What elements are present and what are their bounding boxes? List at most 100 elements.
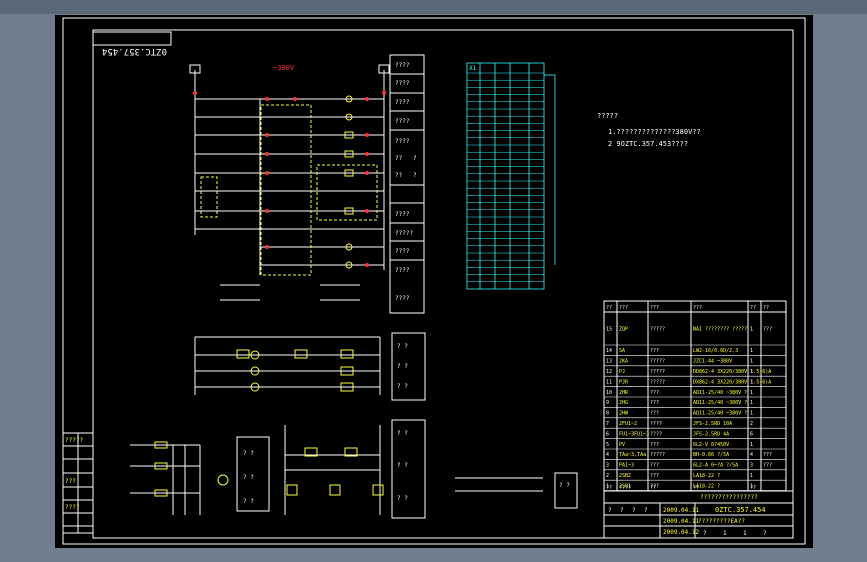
bom-cell: BH-0.66 ?/5A xyxy=(693,452,729,458)
bom-cell: 2HG xyxy=(619,400,628,406)
drawing-sheet: 0ZTC.357.454 ????? ??? ???? ~380V ???? ?… xyxy=(55,15,813,548)
bom-cell: ??? xyxy=(650,348,659,354)
title-block-subtitle: ?????????EA?? xyxy=(698,518,745,525)
notes-title: ????? xyxy=(597,112,618,120)
terminal-strip xyxy=(466,62,556,290)
inner-frame xyxy=(92,29,794,539)
bom-cell: ????? xyxy=(650,369,665,375)
bom-cell: ??? xyxy=(650,390,659,396)
bom-cell: ??? xyxy=(650,473,659,479)
schematic-drawing: 0ZTC.357.454 ????? ??? ???? ~380V ???? ?… xyxy=(62,17,806,545)
bom-cell: ??? xyxy=(650,400,659,406)
bom-cell: 1 xyxy=(750,359,753,365)
bom-footer-cell: ?? xyxy=(693,485,699,491)
title-scale-3: 1 xyxy=(743,530,747,537)
bom-cell: 2 xyxy=(750,421,753,427)
bom-cell: JFS-2.5RD 4A xyxy=(693,431,729,437)
ct-legend-box: ? ? ? ? ? ? xyxy=(391,419,426,519)
bom-cell: JZC1-44 ~380V xyxy=(693,359,732,365)
legend-texts: ???? ???? ???? ???? ???? ?? ? ?? ? ???? … xyxy=(395,62,417,302)
bom-footer-cell: ?? xyxy=(606,485,612,491)
title-role-3: ? xyxy=(632,507,636,514)
bom-cell: AD11-25/40 ~380V ? xyxy=(693,400,747,406)
legend-box-10: ???? xyxy=(395,211,410,218)
svg-text:? ?: ? ? xyxy=(397,383,408,390)
bom-cell: 2HW xyxy=(619,411,629,417)
bom-cell: PA1~3 xyxy=(619,463,634,469)
legend-box-14: ???? xyxy=(395,295,410,302)
bom-cell: ??? xyxy=(650,463,659,469)
bom-cell: ???? xyxy=(650,421,662,427)
bom-cell: 1 xyxy=(750,327,753,333)
bom-cell: 2FU1~2 xyxy=(619,421,637,427)
bom-cell: 3 xyxy=(750,463,753,469)
legend-box-6: ?? xyxy=(395,155,403,162)
notes-line-1: 1.??????????????380V?? xyxy=(608,128,701,136)
bom-cell: 5 xyxy=(606,442,609,448)
bom-cell: PV xyxy=(619,442,625,448)
bom-cell: 1 xyxy=(750,400,753,406)
bom-header-cell: ??? xyxy=(650,305,659,311)
bom-footer-cell: ?? xyxy=(650,485,656,491)
left-margin-label-1: ????? xyxy=(65,437,83,444)
title-scale-2: 1 xyxy=(723,530,727,537)
svg-text:? ?: ? ? xyxy=(397,430,408,437)
left-margin-table: ????? ??? ???? xyxy=(62,432,94,534)
bom-cell: 8 xyxy=(606,411,609,417)
svg-text:? ?: ? ? xyxy=(397,363,408,370)
bom-header-cell: ??? xyxy=(619,305,628,311)
bom-cell: 9 xyxy=(606,400,609,406)
bom-cell: 4 xyxy=(606,452,609,458)
title-scale-4: ? xyxy=(763,530,767,537)
bom-cell: 6 xyxy=(750,431,753,437)
legend-box-4: ???? xyxy=(395,118,410,125)
bom-cell: AD11-25/40 ~380V ? xyxy=(693,411,747,417)
bom-cell: 6L2-V 0?450V xyxy=(693,442,729,448)
alarm-box-text: ? ? xyxy=(559,482,570,489)
svg-text:? ?: ? ? xyxy=(397,343,408,350)
title-block-date-3: 2009.04.12 xyxy=(663,529,700,536)
bom-header-cell: ?? xyxy=(750,305,756,311)
bom-cell: 3 xyxy=(606,463,609,469)
svg-text:? ?: ? ? xyxy=(243,474,254,481)
title-role-2: ? xyxy=(620,507,624,514)
bom-cell: 6 xyxy=(606,431,609,437)
bom-cell: LA18-22 ? xyxy=(693,473,720,479)
bom-cell: ??? xyxy=(763,463,772,469)
alarm-contact xyxy=(455,472,578,509)
bom-cell: 4 xyxy=(750,452,753,458)
push-buttons-bottom xyxy=(220,284,360,301)
ct-circuit xyxy=(284,425,384,515)
bom-cell: ??? xyxy=(763,327,772,333)
bom-cell: NAI ???????? ????? xyxy=(693,327,747,333)
control-components: ~380V xyxy=(189,64,390,269)
title-block-name: ???????????????? xyxy=(700,494,758,501)
viewport-top-strip xyxy=(0,0,867,14)
bom-cell: ??? xyxy=(650,442,659,448)
bom-cell: PJR xyxy=(619,379,629,385)
bom-cell: FU1~3FU1~3 xyxy=(619,431,649,437)
bom-cell: DX862-4 3X220/380V 1.5(6)A xyxy=(693,379,771,385)
bom-cell: LW2-16/0.6D/2.3 xyxy=(693,348,738,354)
bom-cell: 2 xyxy=(606,473,609,479)
rotated-drawing-number: 0ZTC.357.454 xyxy=(92,31,172,56)
bom-cell: 1 xyxy=(750,473,753,479)
legend-box-2: ???? xyxy=(395,80,410,87)
bom-cell: ??? xyxy=(763,452,772,458)
bom-cell: 10 xyxy=(606,390,612,396)
bom-cell: 1 xyxy=(750,369,753,375)
bom-cell: ZQP xyxy=(619,327,628,333)
bom-cell: 2KA xyxy=(619,359,628,365)
title-block-date-2: 2009.04.11 xyxy=(663,518,700,525)
voltmeter-legend-box: ? ? ? ? ? ? xyxy=(236,436,270,512)
title-scale-1: ? xyxy=(703,530,707,537)
notes: ????? 1.??????????????380V?? 2 9OZTC.357… xyxy=(597,112,701,148)
legend-box-1: ???? xyxy=(395,62,410,69)
terminal-strip-rows xyxy=(467,72,544,283)
legend-box-3: ???? xyxy=(395,99,410,106)
legend-column xyxy=(389,54,425,314)
bom-cell: JFS-2.5RD 10A xyxy=(693,421,732,427)
bom-cell: 6L2-A 0~?A ?/5A xyxy=(693,463,738,469)
legend-box-5: ???? xyxy=(395,138,410,145)
bom-cell: 12 xyxy=(606,369,612,375)
